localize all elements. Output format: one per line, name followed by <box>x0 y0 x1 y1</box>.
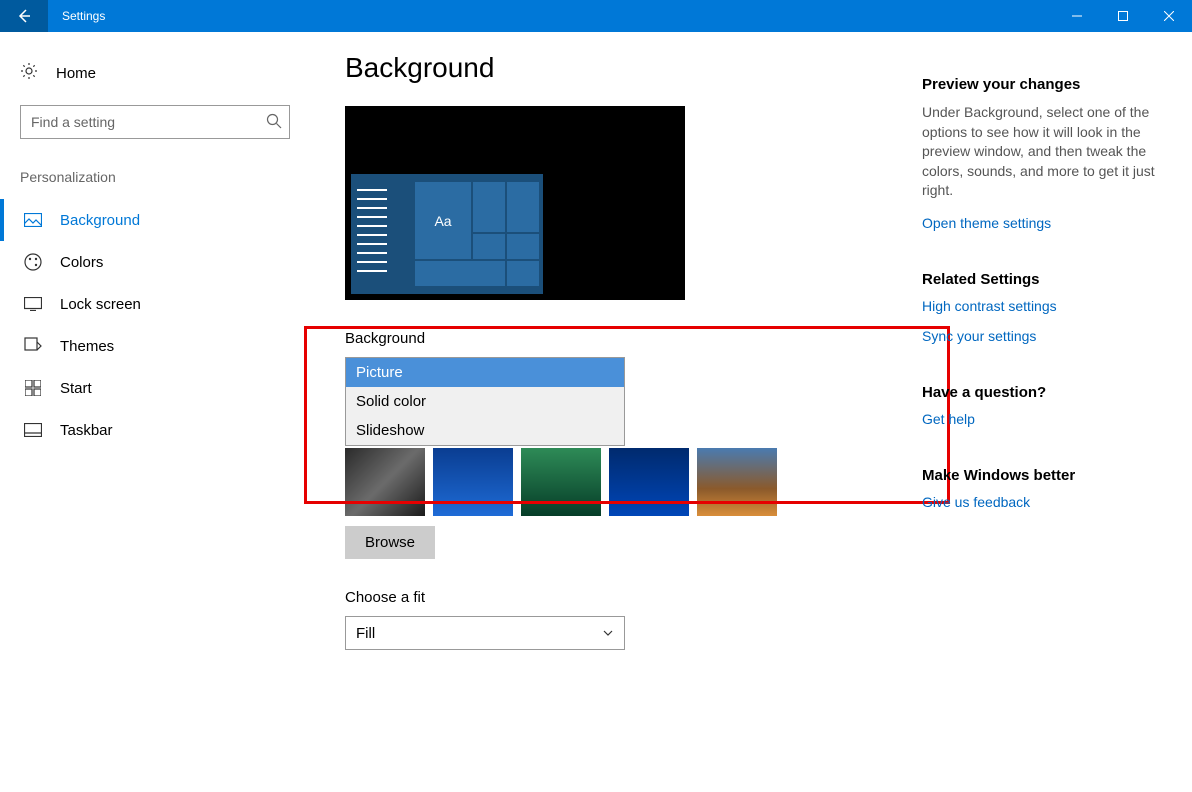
sidebar-item-label: Themes <box>60 338 114 355</box>
minimize-icon <box>1072 11 1082 21</box>
arrow-left-icon <box>16 8 32 24</box>
preview-changes-heading: Preview your changes <box>922 76 1162 93</box>
palette-icon <box>24 253 42 271</box>
sidebar-item-themes[interactable]: Themes <box>0 325 310 367</box>
sidebar-item-label: Taskbar <box>60 422 113 439</box>
app-title: Settings <box>62 9 1054 23</box>
picture-thumb[interactable] <box>345 448 425 516</box>
brush-icon <box>24 337 42 355</box>
titlebar: Settings <box>0 0 1192 32</box>
preview-changes-text: Under Background, select one of the opti… <box>922 103 1162 201</box>
browse-button[interactable]: Browse <box>345 526 435 559</box>
sidebar-item-label: Background <box>60 212 140 229</box>
home-button[interactable]: Home <box>0 52 310 95</box>
background-field-label: Background <box>345 330 1192 347</box>
desktop-preview: Aa <box>345 106 685 300</box>
back-button[interactable] <box>0 0 48 32</box>
close-button[interactable] <box>1146 0 1192 32</box>
sidebar-item-background[interactable]: Background <box>0 199 310 241</box>
grid-icon <box>24 379 42 397</box>
minimize-button[interactable] <box>1054 0 1100 32</box>
search-input[interactable] <box>20 105 290 139</box>
sidebar-item-start[interactable]: Start <box>0 367 310 409</box>
preview-sample-text: Aa <box>415 182 471 259</box>
home-label: Home <box>56 65 96 82</box>
maximize-button[interactable] <box>1100 0 1146 32</box>
search-icon <box>266 113 282 134</box>
taskbar-icon <box>24 421 42 439</box>
related-settings-heading: Related Settings <box>922 271 1162 288</box>
picture-thumb[interactable] <box>609 448 689 516</box>
make-better-heading: Make Windows better <box>922 467 1162 484</box>
sidebar-item-taskbar[interactable]: Taskbar <box>0 409 310 451</box>
right-pane: Preview your changes Under Background, s… <box>922 76 1162 550</box>
sidebar-item-label: Lock screen <box>60 296 141 313</box>
feedback-link[interactable]: Give us feedback <box>922 494 1162 510</box>
dropdown-option-solid-color[interactable]: Solid color <box>346 387 624 416</box>
close-icon <box>1164 11 1174 21</box>
sidebar-item-lock-screen[interactable]: Lock screen <box>0 283 310 325</box>
monitor-icon <box>24 295 42 313</box>
dropdown-option-picture[interactable]: Picture <box>346 358 624 387</box>
sidebar: Home Personalization Background Colors L… <box>0 32 310 792</box>
chevron-down-icon <box>602 627 614 639</box>
dropdown-option-slideshow[interactable]: Slideshow <box>346 416 624 445</box>
background-dropdown[interactable]: Picture Solid color Slideshow <box>345 357 625 446</box>
picture-thumb[interactable] <box>697 448 777 516</box>
high-contrast-link[interactable]: High contrast settings <box>922 298 1162 314</box>
gear-icon <box>20 62 38 85</box>
sidebar-item-colors[interactable]: Colors <box>0 241 310 283</box>
picture-icon <box>24 211 42 229</box>
section-label: Personalization <box>0 159 310 199</box>
picture-thumb[interactable] <box>433 448 513 516</box>
sidebar-item-label: Start <box>60 380 92 397</box>
sidebar-item-label: Colors <box>60 254 103 271</box>
open-theme-settings-link[interactable]: Open theme settings <box>922 215 1162 231</box>
fit-field-label: Choose a fit <box>345 589 1192 606</box>
picture-thumb[interactable] <box>521 448 601 516</box>
maximize-icon <box>1118 11 1128 21</box>
fit-value: Fill <box>356 625 375 642</box>
fit-dropdown[interactable]: Fill <box>345 616 625 650</box>
